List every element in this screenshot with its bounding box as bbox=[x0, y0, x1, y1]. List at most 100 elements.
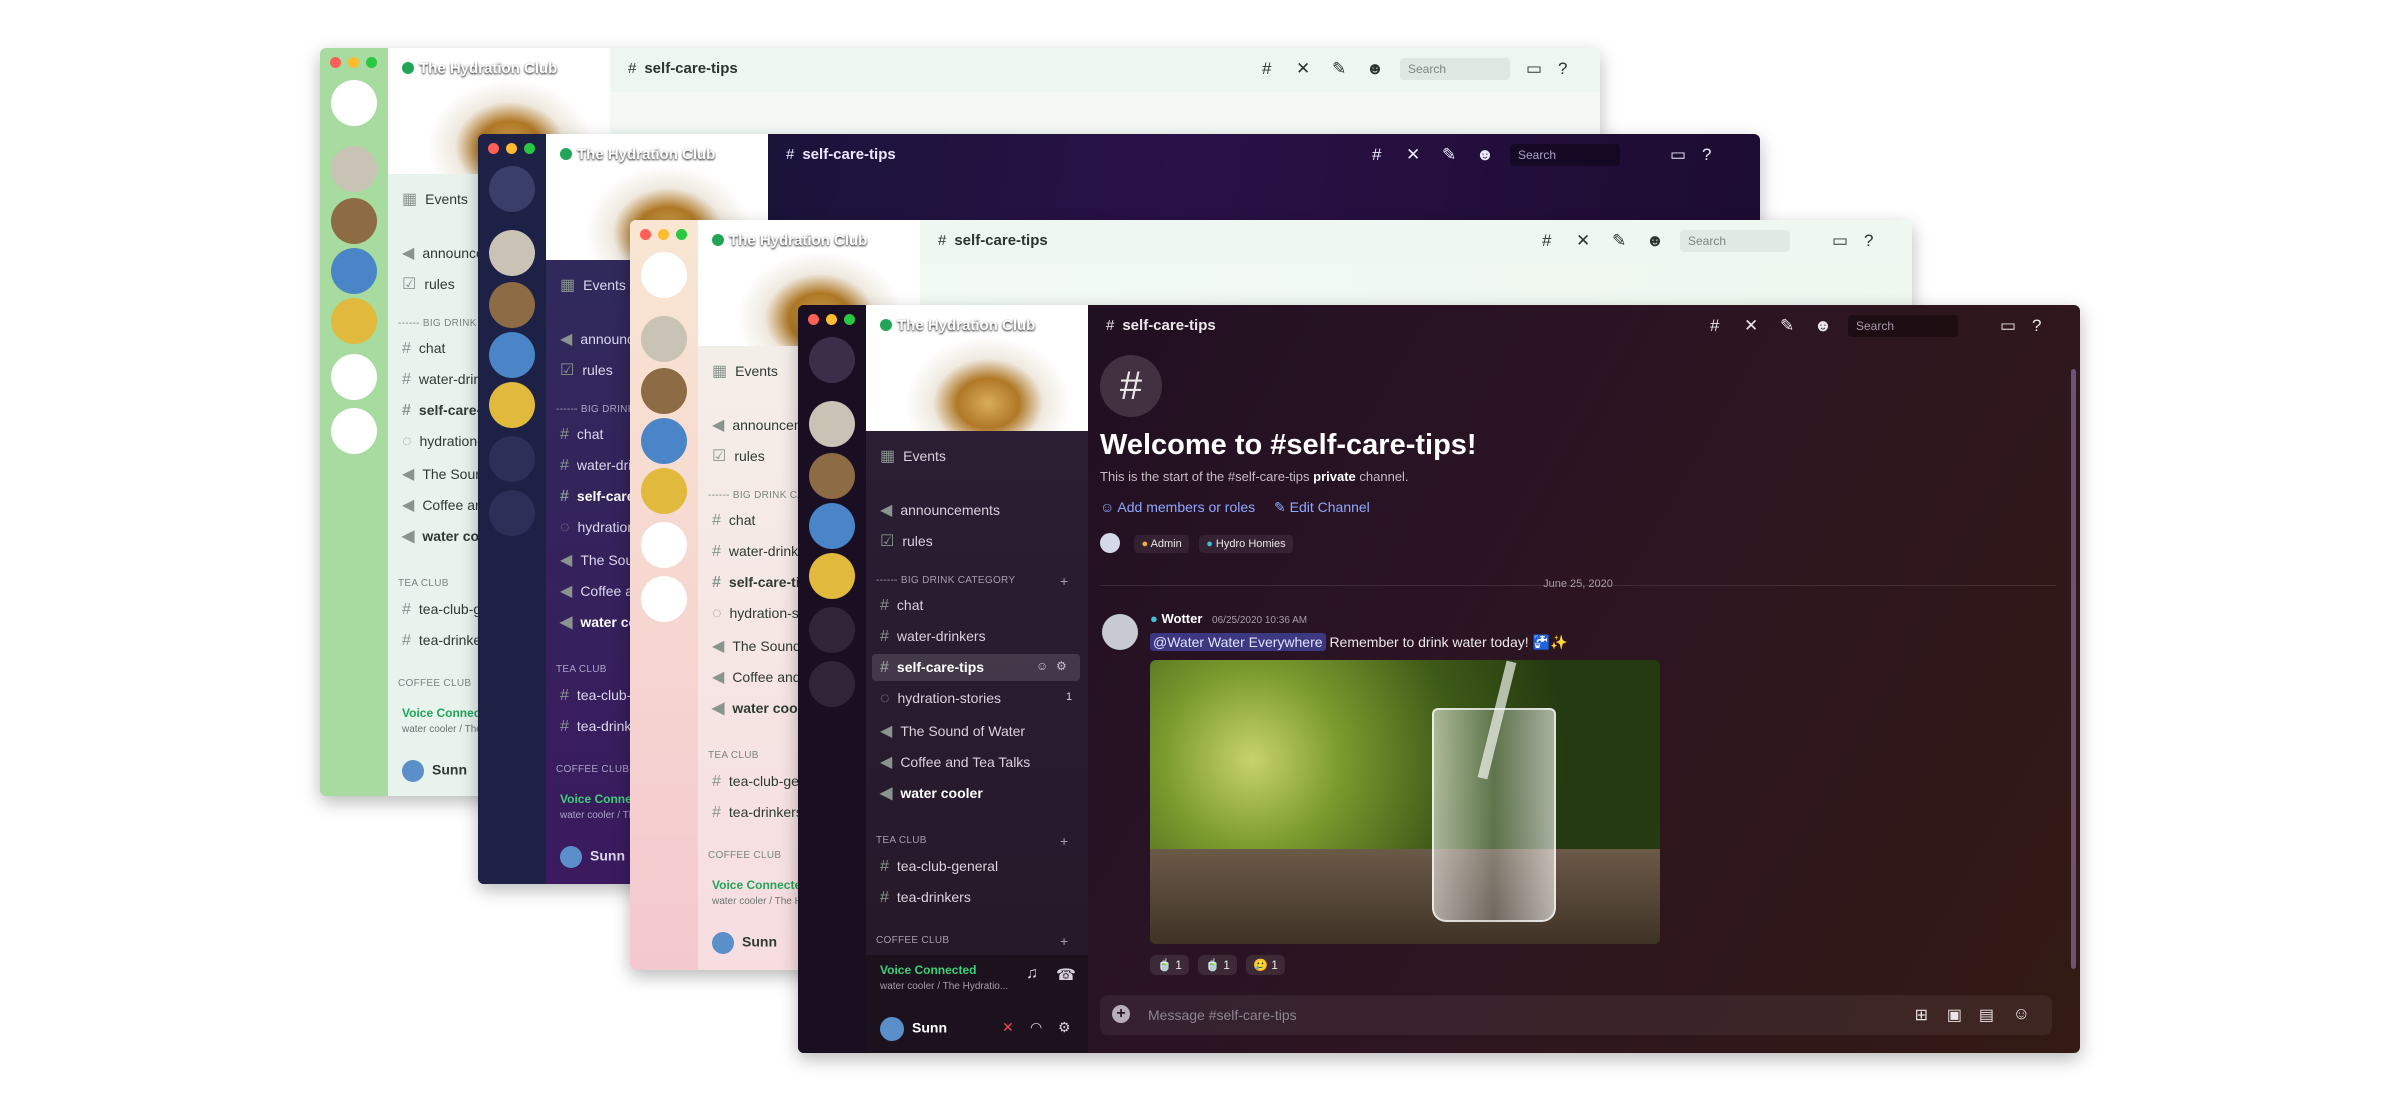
mute-icon[interactable]: ✕ bbox=[1296, 59, 1310, 79]
reaction[interactable]: 🍵 1 bbox=[1150, 955, 1189, 975]
add-server-icon[interactable] bbox=[489, 436, 535, 482]
add-channel-icon[interactable]: + bbox=[1060, 833, 1068, 849]
explore-icon[interactable] bbox=[331, 408, 377, 454]
sidebar-item-chat[interactable]: # chat bbox=[560, 426, 603, 444]
pin-icon[interactable]: ✎ bbox=[1332, 59, 1346, 79]
threads-icon[interactable]: # bbox=[1372, 145, 1381, 165]
sidebar-item-chat[interactable]: # chat bbox=[712, 512, 755, 530]
add-members-button[interactable]: ☺ Add members or roles bbox=[1100, 499, 1255, 515]
inbox-icon[interactable]: ▭ bbox=[1832, 231, 1848, 251]
members-icon[interactable]: ☻ bbox=[1366, 59, 1384, 79]
home-icon[interactable] bbox=[641, 252, 687, 298]
threads-icon[interactable]: # bbox=[1542, 231, 1551, 251]
category-tea-club[interactable]: TEA CLUB bbox=[708, 750, 759, 761]
sidebar-item-self-care-tips[interactable]: # self-care-tips bbox=[880, 659, 984, 677]
gift-icon[interactable]: ⊞ bbox=[1915, 1005, 1928, 1025]
category-coffee-club[interactable]: COFFEE CLUB bbox=[876, 935, 949, 946]
category-tea-club[interactable]: TEA CLUB bbox=[398, 578, 449, 589]
explore-icon[interactable] bbox=[489, 490, 535, 536]
category-coffee-club[interactable]: COFFEE CLUB bbox=[708, 850, 781, 861]
server-icon[interactable] bbox=[331, 146, 377, 192]
mute-icon[interactable]: ✕ bbox=[1576, 231, 1590, 251]
inbox-icon[interactable]: ▭ bbox=[1526, 59, 1542, 79]
search-input[interactable]: Search bbox=[1510, 144, 1620, 166]
explore-icon[interactable] bbox=[641, 576, 687, 622]
add-attachment-icon[interactable]: + bbox=[1112, 1005, 1130, 1023]
role-badge-admin[interactable]: ● Admin bbox=[1134, 535, 1189, 554]
sidebar-item-events[interactable]: ▦ Events bbox=[880, 446, 946, 466]
sidebar-item-chat[interactable]: # chat bbox=[402, 340, 445, 358]
category-tea-club[interactable]: TEA CLUB bbox=[876, 835, 927, 846]
add-server-icon[interactable] bbox=[809, 607, 855, 653]
category-big-drink[interactable]: ------ BIG DRINK CATEGORY bbox=[876, 575, 1015, 586]
server-icon[interactable] bbox=[809, 453, 855, 499]
server-icon[interactable] bbox=[809, 401, 855, 447]
message-image[interactable] bbox=[1150, 660, 1660, 944]
members-icon[interactable]: ☻ bbox=[1476, 145, 1494, 165]
add-channel-icon[interactable]: + bbox=[1060, 573, 1068, 589]
invite-icon[interactable]: ☺ bbox=[1036, 659, 1048, 673]
gear-icon[interactable]: ⚙ bbox=[1056, 659, 1067, 673]
sidebar-item-rules[interactable]: ☑ rules bbox=[712, 446, 765, 466]
category-coffee-club[interactable]: COFFEE CLUB bbox=[398, 678, 471, 689]
pin-icon[interactable]: ✎ bbox=[1612, 231, 1626, 251]
server-icon[interactable] bbox=[331, 248, 377, 294]
soundboard-icon[interactable]: ♫ bbox=[1026, 965, 1038, 983]
sticker-icon[interactable]: ▤ bbox=[1979, 1005, 1994, 1025]
sidebar-item-water-drinkers[interactable]: # water-drinkers bbox=[880, 628, 986, 646]
server-icon[interactable] bbox=[809, 503, 855, 549]
add-server-icon[interactable] bbox=[331, 354, 377, 400]
sidebar-item-water-cooler[interactable]: ◀ water cooler bbox=[880, 783, 983, 803]
home-icon[interactable] bbox=[331, 80, 377, 126]
sidebar-item-events[interactable]: ▦ Events bbox=[712, 361, 778, 381]
sidebar-item-hydration-stories[interactable]: ◌hydration-stories bbox=[880, 690, 1001, 708]
sidebar-item-announcements[interactable]: ◀announcements bbox=[880, 500, 1000, 520]
server-icon[interactable] bbox=[331, 298, 377, 344]
server-icon[interactable] bbox=[641, 468, 687, 514]
sidebar-item-rules[interactable]: ☑ rules bbox=[560, 360, 613, 380]
threads-icon[interactable]: # bbox=[1262, 59, 1271, 79]
help-icon[interactable]: ? bbox=[2032, 316, 2041, 336]
sidebar-item-tea-drinkers[interactable]: # tea-drinkers bbox=[712, 804, 803, 822]
inbox-icon[interactable]: ▭ bbox=[1670, 145, 1686, 165]
mute-mic-icon[interactable]: ✕ bbox=[1002, 1019, 1014, 1036]
category-tea-club[interactable]: TEA CLUB bbox=[556, 664, 607, 675]
emoji-icon[interactable]: ☺ bbox=[2013, 1004, 2030, 1024]
avatar[interactable] bbox=[1102, 614, 1138, 650]
add-server-icon[interactable] bbox=[641, 522, 687, 568]
server-icon[interactable] bbox=[489, 230, 535, 276]
server-icon[interactable] bbox=[809, 553, 855, 599]
inbox-icon[interactable]: ▭ bbox=[2000, 316, 2016, 336]
role-badge-hydro-homies[interactable]: ● Hydro Homies bbox=[1199, 535, 1293, 554]
add-channel-icon[interactable]: + bbox=[1060, 933, 1068, 949]
pin-icon[interactable]: ✎ bbox=[1442, 145, 1456, 165]
sidebar-item-events[interactable]: ▦ Events bbox=[560, 275, 626, 295]
user-settings-icon[interactable]: ⚙ bbox=[1058, 1019, 1071, 1036]
gif-icon[interactable]: ▣ bbox=[1947, 1005, 1962, 1025]
server-icon[interactable] bbox=[641, 418, 687, 464]
category-coffee-club[interactable]: COFFEE CLUB bbox=[556, 764, 629, 775]
sidebar-item-chat[interactable]: # chat bbox=[880, 597, 923, 615]
sidebar-item-events[interactable]: ▦ Events bbox=[402, 189, 468, 209]
help-icon[interactable]: ? bbox=[1864, 231, 1873, 251]
server-name[interactable]: The Hydration Club bbox=[880, 317, 1035, 334]
user-mention[interactable]: @Water Water Everywhere bbox=[1150, 633, 1326, 651]
sidebar-item-sound-of-water[interactable]: ◀The Sound of Water bbox=[880, 721, 1025, 741]
server-icon[interactable] bbox=[331, 198, 377, 244]
sidebar-item-rules[interactable]: ☑ rules bbox=[880, 531, 933, 551]
search-input[interactable]: Search bbox=[1400, 58, 1510, 80]
server-name[interactable]: The Hydration Club bbox=[712, 232, 867, 249]
reaction[interactable]: 🍵 1 bbox=[1198, 955, 1237, 975]
help-icon[interactable]: ? bbox=[1702, 145, 1711, 165]
home-icon[interactable] bbox=[809, 337, 855, 383]
threads-icon[interactable]: # bbox=[1710, 316, 1719, 336]
disconnect-icon[interactable]: ☎ bbox=[1056, 965, 1076, 985]
message-input[interactable]: Message #self-care-tips bbox=[1148, 1007, 1297, 1023]
mute-icon[interactable]: ✕ bbox=[1744, 316, 1758, 336]
sidebar-item-tea-club-general[interactable]: # tea-club-general bbox=[880, 858, 998, 876]
search-input[interactable]: Search bbox=[1848, 315, 1958, 337]
server-name[interactable]: The Hydration Club bbox=[402, 60, 557, 77]
message-author[interactable]: Wotter bbox=[1161, 611, 1202, 626]
reaction[interactable]: 🥲 1 bbox=[1246, 955, 1285, 975]
headphones-icon[interactable]: ◠ bbox=[1030, 1019, 1042, 1036]
